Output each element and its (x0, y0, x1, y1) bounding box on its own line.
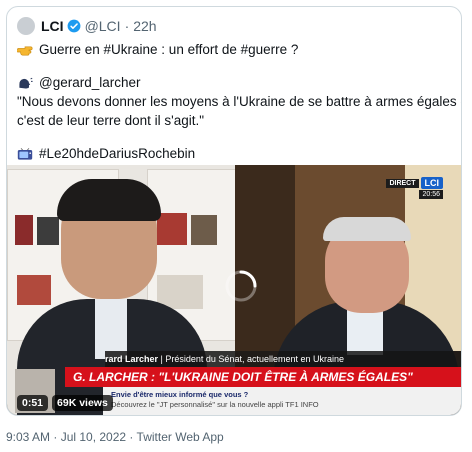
tweet-line-1-text: Guerre en #Ukraine : un effort de #guerr… (39, 42, 299, 57)
tweet-line-3: "Nous devons donner les moyens à l'Ukrai… (17, 92, 461, 111)
guest-hair (323, 217, 411, 241)
video-player[interactable]: DIRECT LCI 20:56 rard Larcher | Présiden… (7, 165, 461, 415)
tweet-footer: 9:03 AM · Jul 10, 2022 · Twitter Web App (6, 430, 224, 444)
channel-logo: LCI (420, 177, 443, 189)
separator: · (129, 430, 134, 444)
tweet-quote-line-2: c'est de leur terre dont il s'agit." (17, 113, 205, 128)
guest-name: rard Larcher (105, 354, 159, 364)
tweet-line-2: @gerard_larcher (17, 73, 453, 92)
books (37, 217, 59, 245)
tweet-line-1: Guerre en #Ukraine : un effort de #guerr… (17, 40, 453, 59)
tweet-line-4: c'est de leur terre dont il s'agit." (17, 111, 453, 130)
avatar[interactable] (17, 17, 35, 35)
separator: · (124, 18, 130, 34)
live-label: DIRECT (386, 178, 419, 188)
tweet-quote-line-1: "Nous devons donner les moyens à l'Ukrai… (17, 94, 462, 109)
wall-panel (235, 165, 295, 351)
author-name[interactable]: LCI (41, 18, 64, 34)
mention-link[interactable]: @gerard_larcher (39, 73, 141, 92)
hashtag-link[interactable]: #Le20hdeDariusRochebin (39, 144, 195, 163)
books (191, 215, 217, 245)
books (157, 213, 187, 245)
books (15, 215, 33, 245)
guest-role: Président du Sénat, actuellement en Ukra… (165, 354, 344, 364)
lower-third-name: rard Larcher | Président du Sénat, actue… (105, 351, 461, 367)
tweet-line-5: #Le20hdeDariusRochebin (17, 144, 453, 163)
video-duration: 0:51 (17, 395, 49, 411)
tweet-header: LCI @LCI · 22h (17, 15, 157, 37)
tweet-card[interactable]: LCI @LCI · 22h Guerre en #Ukraine : un e… (6, 6, 462, 416)
tweet-time[interactable]: 22h (133, 18, 156, 34)
pointing-hand-icon (17, 45, 33, 56)
live-indicator: DIRECT LCI (386, 177, 443, 189)
loading-spinner-icon (225, 270, 257, 302)
video-badges: 0:51 69K views (17, 395, 113, 411)
source-link[interactable]: Twitter Web App (137, 430, 224, 444)
ticker-line-1: Envie d'être mieux informé que vous ? (111, 390, 249, 399)
interviewer-shirt (95, 299, 127, 359)
television-icon (17, 147, 33, 160)
author-handle[interactable]: @LCI (85, 18, 121, 34)
headline-banner: G. LARCHER : "L'UKRAINE DOIT ÊTRE À ARME… (65, 367, 461, 387)
ticker-line-2: Découvrez le "JT personnalisé" sur la no… (111, 400, 319, 409)
speaking-head-icon (19, 77, 33, 89)
news-ticker: Envie d'être mieux informé que vous ? Dé… (103, 387, 461, 415)
verified-badge-icon (67, 19, 80, 33)
tweet-text: Guerre en #Ukraine : un effort de #guerr… (17, 40, 461, 163)
books (17, 275, 51, 305)
tweet-timestamp-link[interactable]: 9:03 AM · Jul 10, 2022 (6, 430, 126, 444)
view-count: 69K views (52, 395, 113, 411)
interviewer-hair (57, 179, 161, 221)
broadcast-clock: 20:56 (419, 190, 443, 199)
